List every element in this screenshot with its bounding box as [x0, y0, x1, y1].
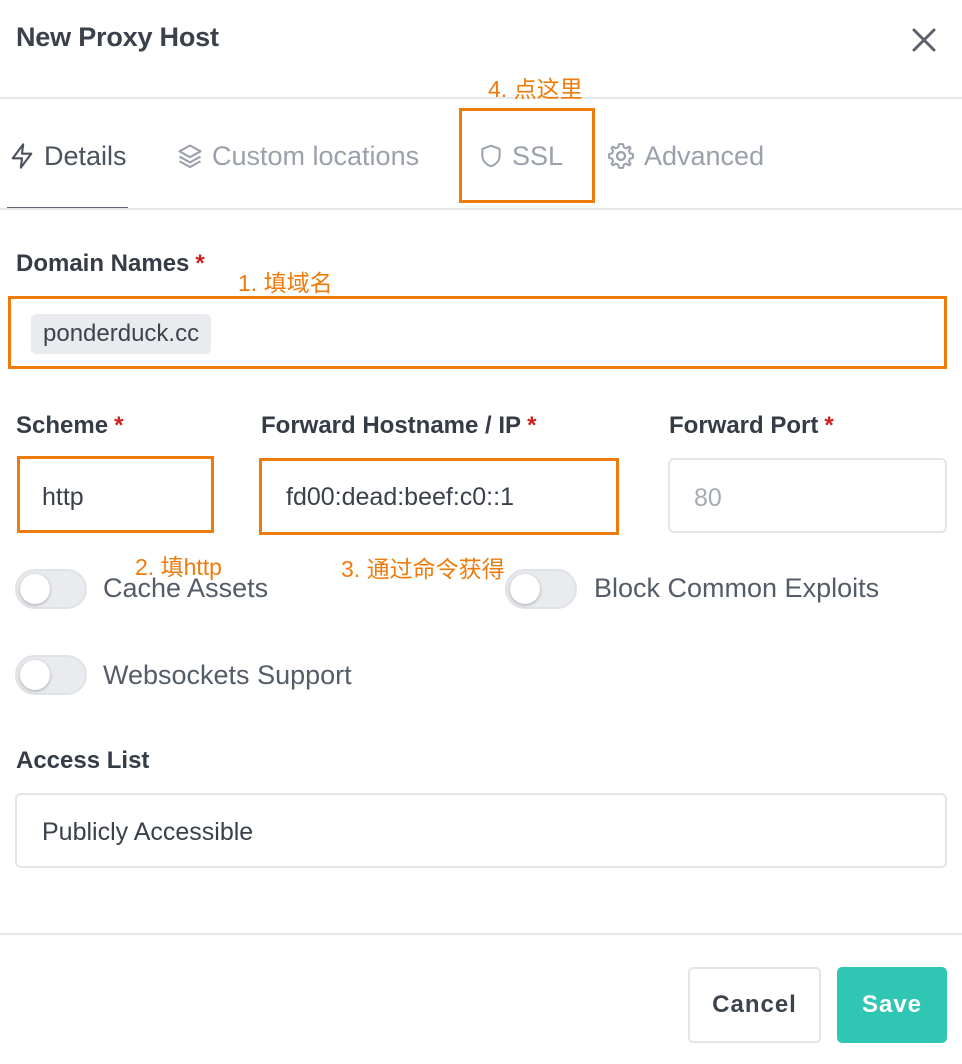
annotation-step4: 4. 点这里: [488, 76, 583, 102]
tab-advanced[interactable]: Advanced: [606, 136, 764, 176]
layers-icon: [178, 144, 202, 169]
forward-port-input[interactable]: 80: [668, 458, 947, 533]
scheme-input[interactable]: http: [17, 456, 214, 533]
header-divider: [0, 97, 962, 99]
tab-custom-locations[interactable]: Custom locations: [176, 136, 419, 176]
annotation-step1: 1. 填域名: [238, 270, 333, 296]
tab-label: Advanced: [644, 140, 765, 171]
toggle-knob: [20, 660, 50, 690]
forward-host-input[interactable]: fd00:dead:beef:c0::1: [259, 458, 619, 535]
websockets-toggle[interactable]: [15, 655, 87, 695]
domain-names-label: Domain Names *: [16, 250, 205, 277]
cache-assets-toggle[interactable]: [15, 569, 87, 609]
domain-names-input[interactable]: ponderduck.cc: [8, 296, 947, 369]
cache-assets-label: Cache Assets: [103, 573, 269, 603]
tab-label: Details: [44, 140, 127, 171]
close-icon[interactable]: [908, 24, 940, 56]
gear-icon: [608, 143, 634, 169]
forward-port-label: Forward Port *: [669, 412, 834, 439]
toggle-knob: [510, 574, 540, 604]
lightning-icon: [11, 143, 33, 169]
domain-chip[interactable]: ponderduck.cc: [31, 314, 212, 354]
websockets-label: Websockets Support: [103, 660, 352, 690]
annotation-step3: 3. 通过命令获得: [341, 556, 505, 582]
footer-divider: [0, 933, 962, 935]
forward-host-label: Forward Hostname / IP *: [261, 412, 537, 439]
modal-title: New Proxy Host: [16, 22, 219, 52]
block-exploits-toggle[interactable]: [505, 569, 577, 609]
cancel-button[interactable]: Cancel: [688, 967, 821, 1043]
access-list-label: Access List: [16, 747, 150, 774]
scheme-label: Scheme *: [16, 412, 124, 439]
toggle-knob: [20, 574, 50, 604]
save-button[interactable]: Save: [837, 967, 947, 1043]
annotation-box-ssl: [459, 108, 595, 203]
tabs-divider: [0, 208, 962, 210]
block-exploits-label: Block Common Exploits: [594, 573, 880, 603]
tab-label: Custom locations: [212, 140, 420, 171]
access-list-select[interactable]: Publicly Accessible: [15, 793, 947, 868]
tab-details[interactable]: Details: [8, 136, 127, 176]
